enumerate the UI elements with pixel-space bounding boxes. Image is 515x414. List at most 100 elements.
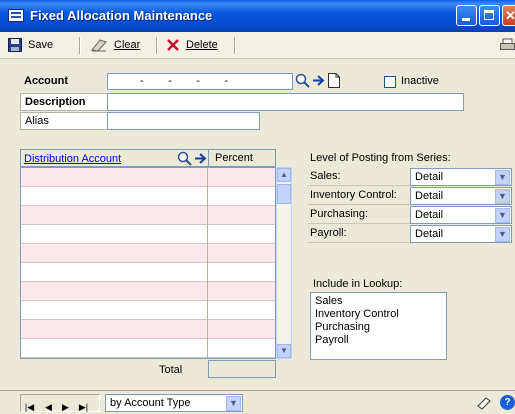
save-label: Save [28, 39, 54, 51]
column-divider [207, 301, 208, 320]
posting-row: Payroll: Detail ▼ [308, 225, 512, 243]
column-divider [207, 225, 208, 244]
column-divider [207, 187, 208, 206]
account-goto-button[interactable] [312, 73, 325, 91]
alias-label: Alias [20, 112, 108, 130]
toolbar: Save Clear Delete [0, 32, 515, 59]
column-divider [207, 206, 208, 225]
account-label: Account [24, 75, 68, 87]
posting-level-dropdown[interactable]: Detail ▼ [410, 225, 512, 243]
posting-level-dropdown[interactable]: Detail ▼ [410, 187, 512, 205]
posting-level-value: Detail [415, 171, 444, 183]
delete-x-icon [167, 39, 179, 51]
last-record-icon[interactable]: ▶| [77, 401, 90, 414]
column-divider [207, 339, 208, 358]
posting-levels: Sales: Detail ▼ Inventory Control: Detail ▼ Pu… [308, 168, 512, 244]
table-row[interactable] [21, 168, 275, 187]
inactive-checkbox[interactable] [384, 76, 396, 88]
distribution-account-link[interactable]: Distribution Account [24, 151, 121, 167]
table-row[interactable] [21, 320, 275, 339]
first-record-icon[interactable]: |◀ [23, 401, 36, 414]
posting-level-value: Detail [415, 190, 444, 202]
lookup-title: Include in Lookup: [313, 278, 403, 290]
lookup-list-item[interactable]: Inventory Control [315, 308, 442, 321]
print-button[interactable] [500, 38, 515, 55]
posting-level-value: Detail [415, 228, 444, 240]
table-row[interactable] [21, 282, 275, 301]
maximize-button[interactable] [479, 5, 500, 26]
posting-level-dropdown[interactable]: Detail ▼ [410, 206, 512, 224]
note-button[interactable] [476, 396, 492, 413]
chevron-down-icon: ▼ [495, 227, 510, 242]
title-bar: Fixed Allocation Maintenance ✕ [0, 0, 515, 32]
lookup-list[interactable]: Sales Inventory Control Purchasing Payroll [310, 292, 447, 360]
total-label: Total [159, 364, 183, 376]
description-input[interactable] [107, 93, 464, 111]
posting-series-label: Sales: [308, 168, 410, 186]
inactive-label: Inactive [401, 75, 439, 87]
posting-row: Sales: Detail ▼ [308, 168, 512, 186]
posting-level-dropdown[interactable]: Detail ▼ [410, 168, 512, 186]
toolbar-separator [79, 37, 81, 54]
posting-series-label: Inventory Control: [308, 187, 410, 205]
column-divider [207, 168, 208, 187]
help-icon[interactable]: ? [500, 395, 515, 410]
alias-input[interactable] [107, 112, 260, 130]
save-icon [8, 38, 22, 52]
account-input[interactable]: - - - - [107, 73, 293, 90]
table-row[interactable] [21, 244, 275, 263]
scroll-down-icon[interactable]: ▼ [277, 344, 291, 358]
search-icon [295, 73, 310, 88]
arrow-right-icon [313, 75, 325, 86]
clear-button[interactable]: Clear [90, 36, 140, 54]
account-new-button[interactable] [328, 73, 340, 91]
printer-icon [500, 38, 515, 50]
scroll-up-icon[interactable]: ▲ [277, 168, 291, 182]
lookup-list-item[interactable]: Payroll [315, 334, 442, 347]
lookup-list-item[interactable]: Purchasing [315, 321, 442, 334]
table-row[interactable] [21, 263, 275, 282]
posting-row: Purchasing: Detail ▼ [308, 206, 512, 224]
window: Fixed Allocation Maintenance ✕ Save Clea… [0, 0, 515, 414]
status-bar: |◀ ◀ ▶ ▶| by Account Type ▼ ? [0, 390, 515, 414]
window-title: Fixed Allocation Maintenance [30, 8, 213, 23]
scroll-thumb[interactable] [277, 184, 291, 204]
grid-header-distribution: Distribution Account [20, 149, 209, 167]
description-label: Description [20, 93, 108, 111]
distribution-grid[interactable] [20, 167, 276, 359]
toolbar-separator [156, 37, 158, 54]
clear-label: Clear [114, 39, 141, 51]
window-icon [8, 9, 24, 22]
sort-dropdown[interactable]: by Account Type ▼ [105, 394, 243, 412]
minimize-button[interactable] [456, 5, 477, 26]
column-divider [207, 263, 208, 282]
table-row[interactable] [21, 339, 275, 358]
close-icon: ✕ [505, 8, 515, 23]
table-row[interactable] [21, 187, 275, 206]
posting-row: Inventory Control: Detail ▼ [308, 187, 512, 205]
table-row[interactable] [21, 225, 275, 244]
column-divider [207, 244, 208, 263]
account-mask: - - - - [140, 75, 228, 87]
previous-record-icon[interactable]: ◀ [42, 401, 55, 414]
grid-scrollbar[interactable]: ▲ ▼ [276, 167, 292, 359]
next-record-icon[interactable]: ▶ [59, 401, 72, 414]
save-button[interactable]: Save [8, 36, 53, 54]
chevron-down-icon: ▼ [495, 208, 510, 223]
posting-series-label: Purchasing: [308, 206, 410, 224]
total-percent-field [208, 360, 276, 378]
table-row[interactable] [21, 206, 275, 225]
new-document-icon [328, 73, 340, 88]
close-button[interactable]: ✕ [502, 5, 515, 26]
chevron-down-icon: ▼ [226, 396, 241, 411]
delete-button[interactable]: Delete [166, 36, 218, 54]
toolbar-separator [234, 37, 236, 54]
lookup-list-item[interactable]: Sales [315, 295, 442, 308]
search-icon [177, 151, 192, 166]
arrow-right-icon [195, 153, 207, 164]
table-row[interactable] [21, 301, 275, 320]
chevron-down-icon: ▼ [495, 170, 510, 185]
grid-header-percent: Percent [208, 149, 276, 167]
chevron-down-icon: ▼ [495, 189, 510, 204]
account-lookup-button[interactable] [295, 73, 310, 91]
